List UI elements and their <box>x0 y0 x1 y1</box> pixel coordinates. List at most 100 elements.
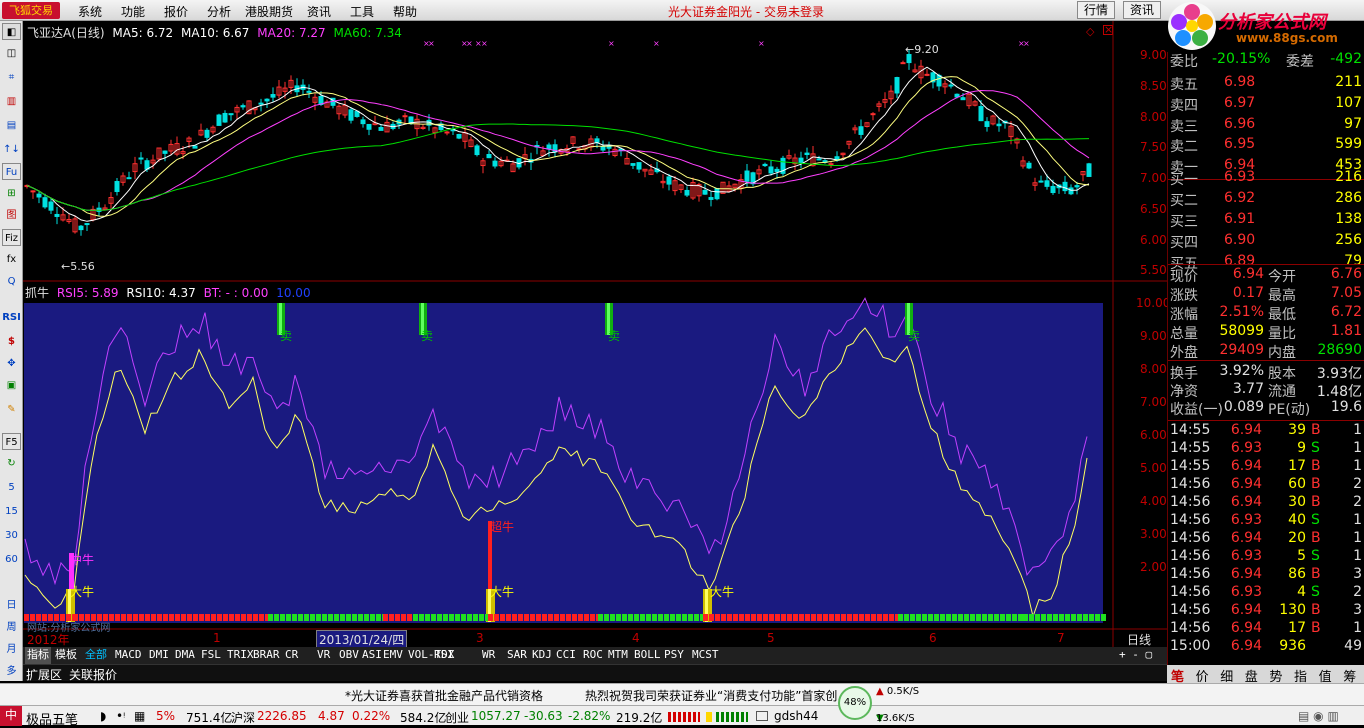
indicator-tab-指标[interactable]: 指标 <box>25 647 51 664</box>
period-60min[interactable]: 60 <box>2 551 21 568</box>
news-item[interactable]: 热烈祝贺我司荣获证券业“消费支付功能”首家创 <box>585 687 837 704</box>
indicator-tab-asi[interactable]: ASI <box>362 647 382 664</box>
panel-controls[interactable]: + - ▢ <box>1119 647 1152 664</box>
indicator-tab-fsl[interactable]: FSL <box>201 647 221 664</box>
refresh-icon[interactable]: ↻ <box>2 455 21 472</box>
state-cell <box>437 614 442 621</box>
quote-cell: 6.93 <box>1224 169 1256 185</box>
menu-analysis[interactable]: 分析 <box>207 3 231 20</box>
toolbar-btn-3[interactable]: ⌗ <box>2 69 21 86</box>
quote-mode-button[interactable]: 行情 <box>1077 1 1115 19</box>
menu-quote[interactable]: 报价 <box>164 3 188 20</box>
indicator-tab-boll[interactable]: BOLL <box>634 647 661 664</box>
toolbar-btn-9[interactable]: 图 <box>2 207 21 224</box>
toolbar-btn-4[interactable]: ▥ <box>2 93 21 110</box>
toolbar-btn-7[interactable]: Fu <box>2 163 21 180</box>
quote-cell: 1.81 <box>1330 323 1362 339</box>
quote-cell: 3.77 <box>1232 381 1264 397</box>
state-cell <box>793 614 798 621</box>
indicator-tab-mtm[interactable]: MTM <box>608 647 628 664</box>
state-cell <box>554 614 559 621</box>
ime-punct-icon[interactable]: •ᵎ <box>116 709 125 723</box>
period-15min[interactable]: 15 <box>2 503 21 520</box>
period-30min[interactable]: 30 <box>2 527 21 544</box>
menu-help[interactable]: 帮助 <box>393 3 417 20</box>
menu-hk-futures[interactable]: 港股期货 <box>245 3 293 20</box>
state-cell <box>127 614 132 621</box>
indicator-tab-trix[interactable]: TRIX <box>227 647 254 664</box>
indicator-tab-rsi[interactable]: RSI <box>434 647 454 664</box>
indicator-tab-macd[interactable]: MACD <box>115 647 142 664</box>
tab-related-quote[interactable]: 关联报价 <box>69 666 117 683</box>
period-month[interactable]: 月 <box>2 641 21 658</box>
toolbar-btn-1[interactable]: ◧ <box>2 23 21 40</box>
indicator-tab-模板[interactable]: 模板 <box>55 647 77 664</box>
indicator-tab-mcst[interactable]: MCST <box>692 647 719 664</box>
toolbar-btn-move[interactable]: ✥ <box>2 355 21 372</box>
period-5min[interactable]: 5 <box>2 479 21 496</box>
state-cell <box>652 614 657 621</box>
y-tick: 6.00 <box>1140 233 1167 247</box>
toolbar-btn-2[interactable]: ◫ <box>2 45 21 62</box>
indicator-tab-obv[interactable]: OBV <box>339 647 359 664</box>
indicator-tab-psy[interactable]: PSY <box>664 647 684 664</box>
rsi10-label: RSI10: 4.37 <box>126 286 196 300</box>
toolbar-btn-12[interactable]: Q <box>2 273 21 290</box>
candle-body <box>978 106 984 122</box>
menu-system[interactable]: 系统 <box>78 3 102 20</box>
period-multi[interactable]: 多 <box>2 663 21 680</box>
indicator-tab-emv[interactable]: EMV <box>383 647 403 664</box>
candle-body <box>984 121 990 127</box>
kline-chart[interactable]: ×× ×× × × × × × ×× <box>23 21 1167 647</box>
ime-half-icon[interactable]: ◗ <box>100 709 106 723</box>
state-cell <box>622 614 627 621</box>
quote-cell: 39 <box>1288 422 1306 438</box>
toolbar-btn-16[interactable]: ▣ <box>2 377 21 394</box>
toolbar-btn-8[interactable]: ⊞ <box>2 185 21 202</box>
indicator-tab-dmi[interactable]: DMI <box>149 647 169 664</box>
state-cell <box>181 614 186 621</box>
candle-body <box>162 150 168 154</box>
state-cell <box>235 614 240 621</box>
indicator-tab-sar[interactable]: SAR <box>507 647 527 664</box>
sub-chart-info: 抓牛 RSI5: 5.89 RSI10: 4.37 BT: - : 0.00 1… <box>25 284 311 301</box>
state-cell <box>775 614 780 621</box>
toolbar-btn-11[interactable]: fx <box>2 251 21 268</box>
y-tick: 9.00 <box>1140 48 1167 62</box>
indicator-tab-全部[interactable]: 全部 <box>85 647 107 664</box>
toolbar-btn-dollar[interactable]: $ <box>2 333 21 350</box>
tray-icons[interactable]: ▤ ◉ ▥ <box>1298 709 1339 723</box>
quote-cell: 19.6 <box>1330 399 1362 415</box>
keyboard-icon[interactable]: ▦ <box>134 709 145 723</box>
indicator-tab-cr[interactable]: CR <box>285 647 298 664</box>
info-mode-button[interactable]: 资讯 <box>1123 1 1161 19</box>
period-week[interactable]: 周 <box>2 619 21 636</box>
indicator-tab-dma[interactable]: DMA <box>175 647 195 664</box>
news-item[interactable]: *光大证券喜获首批金融产品代销资格 <box>345 687 543 704</box>
menu-news[interactable]: 资讯 <box>307 3 331 20</box>
indicator-tab-vr[interactable]: VR <box>317 647 330 664</box>
toolbar-btn-10[interactable]: Fiz <box>2 229 21 246</box>
menu-function[interactable]: 功能 <box>121 3 145 20</box>
pencil-icon[interactable]: ✎ <box>2 401 21 418</box>
indicator-tab-kdj[interactable]: KDJ <box>532 647 552 664</box>
toolbar-btn-f5[interactable]: F5 <box>2 433 21 450</box>
tab-extension-area[interactable]: 扩展区 <box>26 666 62 683</box>
indicator-tab-cci[interactable]: CCI <box>556 647 576 664</box>
network-gauge: 48% <box>838 686 872 720</box>
indicator-tab-roc[interactable]: ROC <box>583 647 603 664</box>
period-day[interactable]: 日 <box>2 597 21 614</box>
quote-cell: S <box>1311 548 1320 564</box>
quote-cell: 6.94 <box>1230 476 1262 492</box>
toolbar-btn-6[interactable]: ↑↓ <box>2 141 21 158</box>
candle-body <box>1026 162 1032 169</box>
state-cell <box>934 614 939 621</box>
indicator-tab-wr[interactable]: WR <box>482 647 495 664</box>
chart-area[interactable]: 飞亚达A(日线) MA5: 6.72 MA10: 6.67 MA20: 7.27… <box>23 21 1170 649</box>
toolbar-btn-5[interactable]: ▤ <box>2 117 21 134</box>
menu-tools[interactable]: 工具 <box>350 3 374 20</box>
toolbar-btn-rsi[interactable]: RSI <box>2 309 21 326</box>
state-cell <box>1077 614 1082 621</box>
indicator-tab-brar[interactable]: BRAR <box>253 647 280 664</box>
quote-cell: 58099 <box>1219 323 1264 339</box>
